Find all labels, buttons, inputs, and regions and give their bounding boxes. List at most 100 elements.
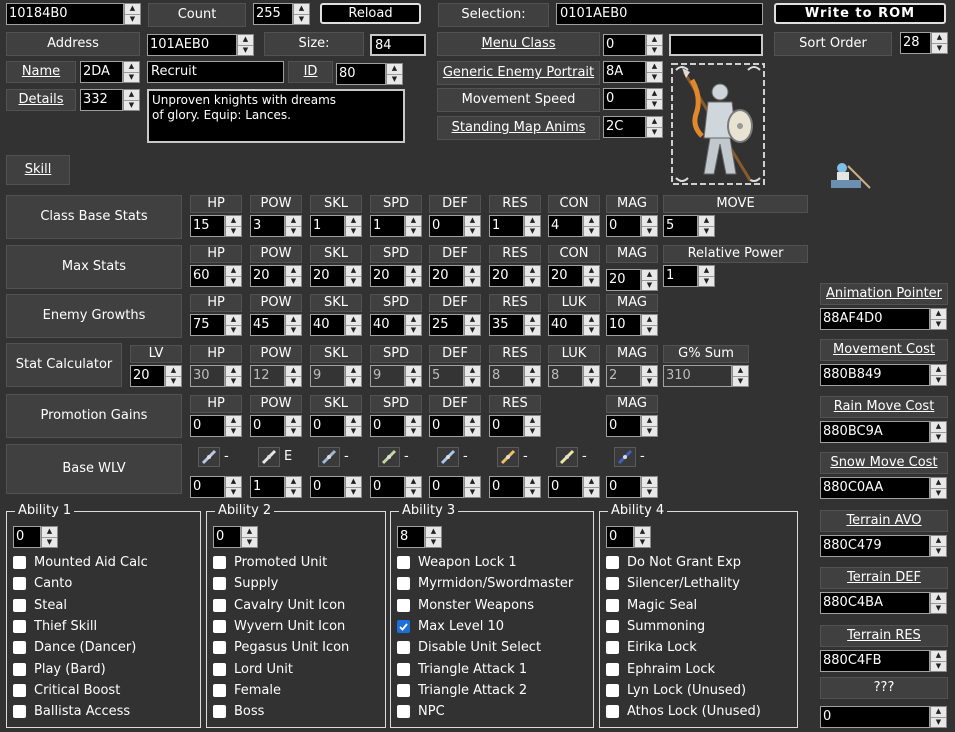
max-1-spinner[interactable]: 20 ▲ ▼ — [250, 265, 302, 287]
standing-anims-spinner[interactable]: 2C ▲ ▼ — [603, 116, 663, 138]
wlv-2-field[interactable]: 0 — [310, 476, 345, 498]
checkbox-box[interactable] — [606, 683, 619, 697]
spin-arrows[interactable]: ▲ ▼ — [641, 215, 658, 237]
pointer-1-spinner[interactable]: 880B849 ▲ ▼ — [820, 364, 947, 386]
checkbox-box[interactable] — [606, 641, 619, 655]
name-id-field[interactable]: 2DA — [80, 61, 123, 83]
checkbox-box[interactable] — [13, 556, 26, 569]
write-to-rom-button[interactable]: Write to ROM — [774, 3, 946, 24]
spin-arrows[interactable]: ▲ ▼ — [345, 215, 362, 237]
spin-arrows[interactable]: ▲ ▼ — [524, 215, 541, 237]
spin-arrows[interactable]: ▲ ▼ — [225, 476, 242, 498]
spin-arrows[interactable]: ▲ ▼ — [698, 265, 715, 287]
class_base-3-field[interactable]: 1 — [370, 215, 405, 237]
growths-7-spinner[interactable]: 10 ▲ ▼ — [606, 314, 658, 336]
spin-arrows[interactable]: ▲ ▼ — [405, 215, 422, 237]
name-text-field[interactable]: Recruit — [147, 61, 284, 83]
max-6-spinner[interactable]: 20 ▲ ▼ — [548, 265, 600, 287]
wlv-1-spinner[interactable]: 1 ▲ ▼ — [250, 476, 302, 498]
sort-order-field[interactable]: 28 — [900, 32, 931, 54]
pointer-label-2[interactable]: Rain Move Cost — [820, 396, 948, 418]
spin-arrows[interactable]: ▲ ▼ — [225, 265, 242, 287]
promo-0-field[interactable]: 0 — [190, 415, 225, 437]
spin-arrows[interactable]: ▲ ▼ — [405, 365, 422, 387]
spin-arrows[interactable]: ▲ ▼ — [464, 314, 481, 336]
spin-arrows[interactable]: ▲ ▼ — [464, 265, 481, 287]
checkbox-box[interactable] — [397, 619, 410, 633]
spin-arrows[interactable]: ▲ ▼ — [225, 314, 242, 336]
spin-arrows[interactable]: ▲ ▼ — [345, 415, 362, 437]
class_base-4-field[interactable]: 0 — [429, 215, 464, 237]
spin-arrows[interactable]: ▲ ▼ — [386, 63, 403, 85]
checkbox-box[interactable] — [213, 683, 226, 697]
spin-arrows[interactable]: ▲ ▼ — [464, 365, 481, 387]
details-field[interactable]: 332 — [80, 89, 123, 111]
checkbox-box[interactable] — [606, 705, 619, 719]
promo-5-field[interactable]: 0 — [489, 415, 524, 437]
ability-checkbox[interactable]: Play (Bard) — [13, 662, 106, 677]
wlv-3-field[interactable]: 0 — [370, 476, 405, 498]
ability-checkbox[interactable]: Dance (Dancer) — [13, 640, 136, 655]
pointer-5-field[interactable]: 880C4BA — [820, 592, 930, 614]
ability-2-value-spinner[interactable]: 0 ▲ ▼ — [213, 526, 258, 548]
checkbox-box[interactable] — [397, 598, 410, 612]
pointer-label-3[interactable]: Snow Move Cost — [820, 452, 948, 474]
spin-arrows[interactable]: ▲ ▼ — [285, 365, 302, 387]
calc-4-field[interactable]: 5 — [429, 365, 464, 387]
pointer-4-spinner[interactable]: 880C479 ▲ ▼ — [820, 535, 947, 557]
selection-field[interactable]: 0101AEB0 — [556, 3, 763, 25]
id-link[interactable]: ID — [288, 61, 333, 83]
pointer-field[interactable]: 10184B0 — [6, 3, 124, 25]
promo-3-field[interactable]: 0 — [370, 415, 405, 437]
checkbox-box[interactable] — [606, 598, 619, 612]
menu-class-spinner[interactable]: 0 ▲ ▼ — [603, 34, 663, 56]
class_base-2-field[interactable]: 1 — [310, 215, 345, 237]
wlv-7-spinner[interactable]: 0 ▲ ▼ — [606, 476, 658, 498]
checkbox-box[interactable] — [13, 598, 26, 612]
spin-arrows[interactable]: ▲ ▼ — [646, 88, 663, 110]
ability-4-value-field[interactable]: 0 — [606, 526, 634, 548]
ability-checkbox[interactable]: Boss — [213, 704, 264, 719]
calc-4-spinner[interactable]: 5 ▲ ▼ — [429, 365, 481, 387]
address-spinner[interactable]: 101AEB0 ▲ ▼ — [147, 34, 254, 56]
wlv-0-field[interactable]: 0 — [190, 476, 225, 498]
spin-arrows[interactable]: ▲ ▼ — [225, 215, 242, 237]
promo-4-field[interactable]: 0 — [429, 415, 464, 437]
spin-arrows[interactable]: ▲ ▼ — [345, 265, 362, 287]
checkbox-box[interactable] — [397, 556, 410, 569]
ability-checkbox[interactable]: Cavalry Unit Icon — [213, 598, 345, 613]
growths-1-spinner[interactable]: 45 ▲ ▼ — [250, 314, 302, 336]
ability-checkbox[interactable]: Magic Seal — [606, 598, 697, 613]
class_base-7-spinner[interactable]: 0 ▲ ▼ — [606, 215, 658, 237]
spin-arrows[interactable]: ▲ ▼ — [646, 116, 663, 138]
spin-arrows[interactable]: ▲ ▼ — [345, 365, 362, 387]
calc-7-spinner[interactable]: 2 ▲ ▼ — [606, 365, 658, 387]
spin-arrows[interactable]: ▲ ▼ — [237, 34, 254, 56]
calc-3-field[interactable]: 9 — [370, 365, 405, 387]
checkbox-box[interactable] — [213, 556, 226, 569]
checkbox-box[interactable] — [213, 641, 226, 655]
ability-checkbox[interactable]: Max Level 10 — [397, 619, 504, 634]
max-4-spinner[interactable]: 20 ▲ ▼ — [429, 265, 481, 287]
details-text-box[interactable]: Unproven knights with dreams of glory. E… — [147, 89, 405, 143]
class_base-2-spinner[interactable]: 1 ▲ ▼ — [310, 215, 362, 237]
pointer-6-field[interactable]: 880C4FB — [820, 650, 930, 672]
spin-arrows[interactable]: ▲ ▼ — [285, 415, 302, 437]
ability-checkbox[interactable]: Silencer/Lethality — [606, 576, 740, 591]
promo-1-field[interactable]: 0 — [250, 415, 285, 437]
ability-checkbox[interactable]: Eirika Lock — [606, 640, 697, 655]
class_base-6-spinner[interactable]: 4 ▲ ▼ — [548, 215, 600, 237]
checkbox-box[interactable] — [213, 705, 226, 719]
max-2-spinner[interactable]: 20 ▲ ▼ — [310, 265, 362, 287]
max-2-field[interactable]: 20 — [310, 265, 345, 287]
ability-checkbox[interactable]: NPC — [397, 704, 445, 719]
spin-arrows[interactable]: ▲ ▼ — [464, 476, 481, 498]
pointer-1-field[interactable]: 880B849 — [820, 364, 930, 386]
growths-0-spinner[interactable]: 75 ▲ ▼ — [190, 314, 242, 336]
pointer-label-1[interactable]: Movement Cost — [820, 339, 948, 361]
spin-arrows[interactable]: ▲ ▼ — [641, 415, 658, 437]
spin-arrows[interactable]: ▲ ▼ — [583, 314, 600, 336]
spin-arrows[interactable]: ▲ ▼ — [285, 314, 302, 336]
growths-3-field[interactable]: 40 — [370, 314, 405, 336]
pointer-3-spinner[interactable]: 880C0AA ▲ ▼ — [820, 477, 947, 499]
